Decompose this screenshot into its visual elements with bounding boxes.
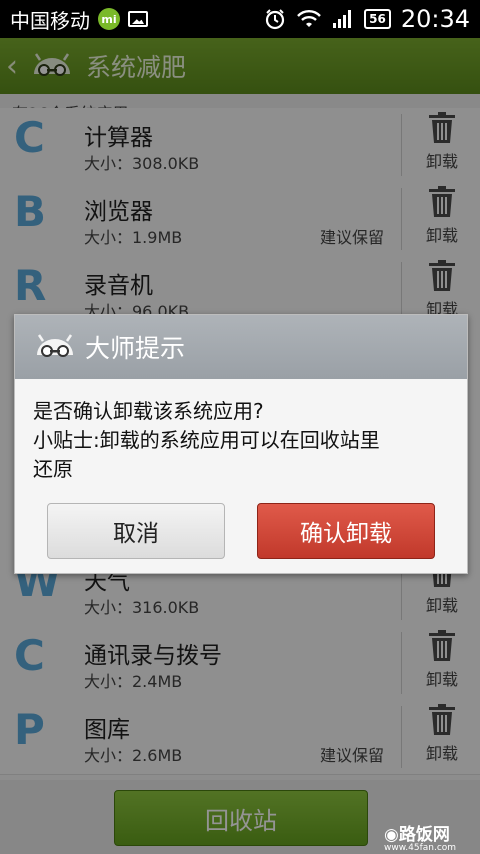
battery-indicator: 56 — [364, 9, 391, 29]
mascot-icon — [37, 334, 73, 357]
dialog-header: 大师提示 — [15, 315, 467, 379]
mi-notification-icon: mi — [98, 8, 120, 30]
dialog-question: 是否确认卸载该系统应用? — [33, 399, 264, 423]
dialog-title: 大师提示 — [85, 334, 186, 363]
picture-notification-icon — [128, 11, 148, 27]
clock: 20:34 — [400, 5, 470, 33]
confirm-uninstall-button[interactable]: 确认卸载 — [257, 503, 435, 559]
dialog-message: 是否确认卸载该系统应用? 小贴士:卸载的系统应用可以在回收站里 还原 — [33, 397, 453, 484]
wifi-icon — [297, 10, 322, 27]
alarm-icon — [266, 9, 285, 30]
confirm-dialog: 大师提示 是否确认卸载该系统应用? 小贴士:卸载的系统应用可以在回收站里 还原 … — [14, 314, 468, 574]
cancel-button[interactable]: 取消 — [47, 503, 225, 559]
status-bar: 中国移动 mi 56 20:34 — [0, 0, 480, 38]
watermark: ◉路饭网 www.45fan.com — [384, 820, 480, 854]
dialog-tip: 小贴士:卸载的系统应用可以在回收站里 — [33, 428, 380, 452]
signal-icon — [333, 10, 352, 28]
dialog-tip-continued: 还原 — [33, 457, 73, 481]
watermark-brand: ◉路饭网 — [384, 825, 450, 845]
carrier-label: 中国移动 — [10, 8, 90, 33]
watermark-url: www.45fan.com — [384, 843, 457, 853]
